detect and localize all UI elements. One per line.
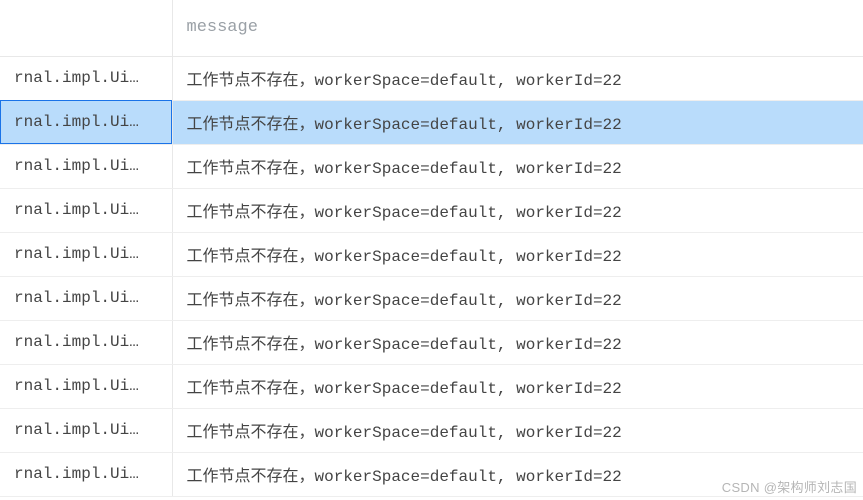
cell-message: 工作节点不存在，workerSpace=default, workerId=22 (172, 144, 863, 188)
log-table: message rnal.impl.Ui…工作节点不存在，workerSpace… (0, 0, 863, 497)
cell-class: rnal.impl.Ui… (0, 144, 172, 188)
cell-class: rnal.impl.Ui… (0, 56, 172, 100)
cell-message: 工作节点不存在，workerSpace=default, workerId=22 (172, 276, 863, 320)
table-row[interactable]: rnal.impl.Ui…工作节点不存在，workerSpace=default… (0, 408, 863, 452)
table-header-row: message (0, 0, 863, 56)
cell-class: rnal.impl.Ui… (0, 452, 172, 496)
cell-message: 工作节点不存在，workerSpace=default, workerId=22 (172, 188, 863, 232)
table-row[interactable]: rnal.impl.Ui…工作节点不存在，workerSpace=default… (0, 364, 863, 408)
cell-message: 工作节点不存在，workerSpace=default, workerId=22 (172, 320, 863, 364)
table-row[interactable]: rnal.impl.Ui…工作节点不存在，workerSpace=default… (0, 56, 863, 100)
cell-message: 工作节点不存在，workerSpace=default, workerId=22 (172, 232, 863, 276)
cell-class: rnal.impl.Ui… (0, 100, 172, 144)
table-row[interactable]: rnal.impl.Ui…工作节点不存在，workerSpace=default… (0, 188, 863, 232)
cell-class: rnal.impl.Ui… (0, 364, 172, 408)
table-row[interactable]: rnal.impl.Ui…工作节点不存在，workerSpace=default… (0, 276, 863, 320)
watermark-text: CSDN @架构师刘志国 (722, 477, 857, 496)
table-header-message[interactable]: message (172, 0, 863, 56)
cell-class: rnal.impl.Ui… (0, 408, 172, 452)
table-row[interactable]: rnal.impl.Ui…工作节点不存在，workerSpace=default… (0, 144, 863, 188)
cell-message: 工作节点不存在，workerSpace=default, workerId=22 (172, 364, 863, 408)
table-row[interactable]: rnal.impl.Ui…工作节点不存在，workerSpace=default… (0, 320, 863, 364)
cell-class: rnal.impl.Ui… (0, 232, 172, 276)
cell-message: 工作节点不存在，workerSpace=default, workerId=22 (172, 100, 863, 144)
table-row[interactable]: rnal.impl.Ui…工作节点不存在，workerSpace=default… (0, 100, 863, 144)
cell-message: 工作节点不存在，workerSpace=default, workerId=22 (172, 408, 863, 452)
cell-class: rnal.impl.Ui… (0, 188, 172, 232)
cell-class: rnal.impl.Ui… (0, 276, 172, 320)
cell-class: rnal.impl.Ui… (0, 320, 172, 364)
table-header-class[interactable] (0, 0, 172, 56)
cell-message: 工作节点不存在，workerSpace=default, workerId=22 (172, 56, 863, 100)
table-row[interactable]: rnal.impl.Ui…工作节点不存在，workerSpace=default… (0, 232, 863, 276)
